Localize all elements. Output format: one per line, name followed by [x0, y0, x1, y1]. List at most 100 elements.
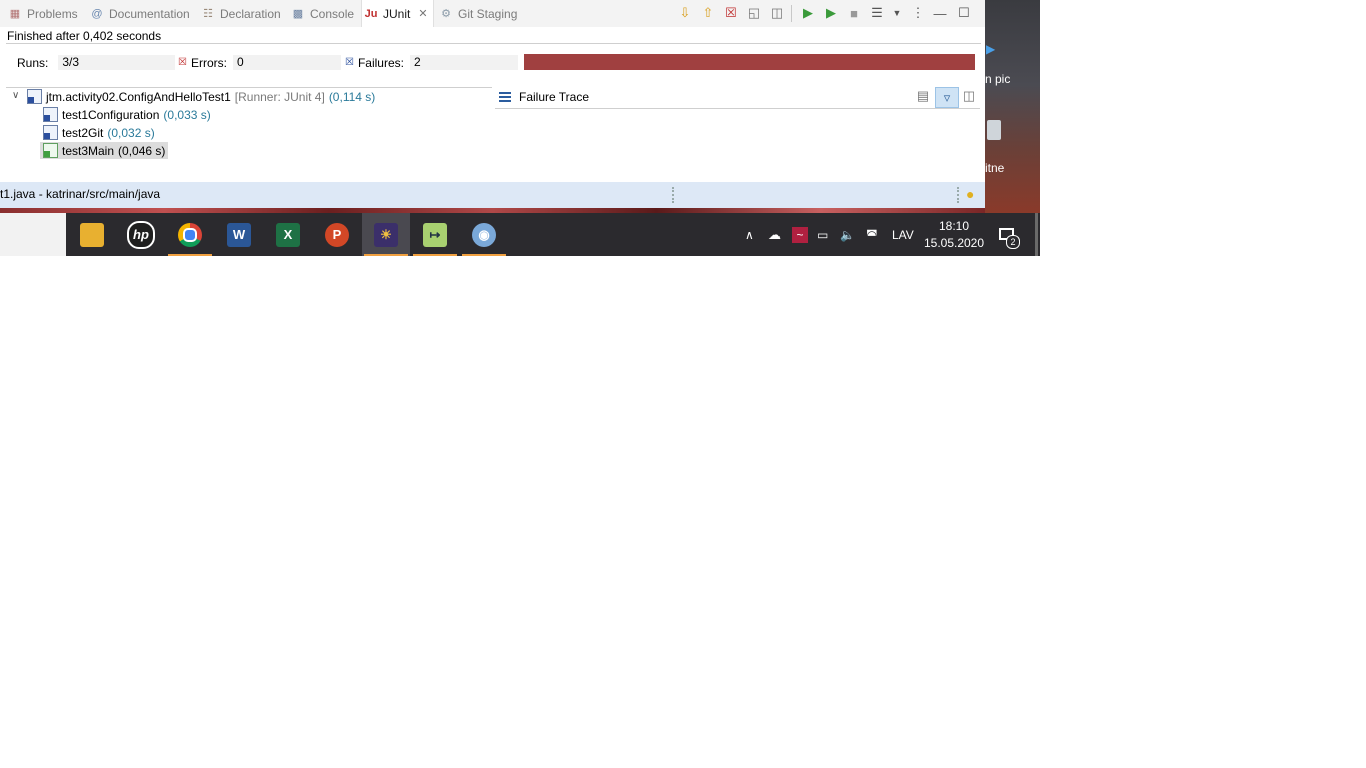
eclipse-icon[interactable]: ☀ — [362, 213, 410, 256]
runs-counter: Runs: 3/3 — [17, 55, 176, 70]
word-icon[interactable]: W — [215, 213, 263, 256]
maximize-icon[interactable]: ☐ — [956, 5, 972, 21]
rerun-test-icon[interactable]: ▶ — [800, 5, 816, 21]
file-explorer-icon[interactable] — [68, 213, 116, 256]
test-name: test3Main — [62, 143, 115, 158]
view-menu-icon[interactable]: ⋮ — [910, 5, 926, 21]
desktop-icon-label[interactable]: itne — [985, 161, 1004, 175]
chevron-down-icon[interactable]: ▼ — [889, 5, 905, 21]
app-tray-icon[interactable]: ~ — [792, 213, 808, 256]
error-icon: ☒ — [178, 57, 187, 68]
copy-trace-icon[interactable]: ◫ — [961, 88, 977, 104]
recycle-bin-icon[interactable] — [987, 120, 1001, 140]
scroll-lock-icon[interactable]: ◫ — [769, 5, 785, 21]
console-icon: ▩ — [292, 8, 304, 20]
test-case-row[interactable]: test1Configuration (0,033 s) — [43, 106, 211, 123]
compare-result-icon[interactable]: ▤ — [915, 88, 931, 104]
test-case-row[interactable]: test2Git (0,032 s) — [43, 124, 155, 141]
failure-trace-title: Failure Trace — [519, 90, 590, 104]
test-time: (0,046 s) — [118, 143, 166, 158]
divider — [495, 108, 980, 109]
runs-value: 3/3 — [58, 55, 176, 70]
volume-icon[interactable]: 🔈 — [840, 213, 855, 256]
test-failed-icon — [43, 125, 58, 140]
hp-icon[interactable]: hp — [117, 213, 165, 256]
lightbulb-icon[interactable]: ● — [966, 186, 974, 202]
powerpoint-icon[interactable]: P — [313, 213, 361, 256]
tab-label: Problems — [27, 6, 78, 21]
tab-label: Console — [310, 6, 355, 21]
tab-git-staging[interactable]: ⚙ Git Staging — [439, 0, 517, 27]
stack-trace-icon — [499, 92, 511, 102]
show-skipped-icon[interactable]: ◱ — [746, 5, 762, 21]
minimize-icon[interactable]: — — [932, 5, 948, 21]
tab-problems[interactable]: ▦ Problems — [8, 0, 78, 27]
tab-junit[interactable]: Ju JUnit ✕ — [361, 0, 434, 27]
status-bar-path: t1.java - katrinar/src/main/java — [0, 187, 161, 201]
tab-documentation[interactable]: @ Documentation — [90, 0, 190, 27]
notifications-icon[interactable]: 2 — [997, 226, 1020, 249]
tab-label: Documentation — [109, 6, 190, 21]
progress-bar — [524, 54, 975, 70]
search-box[interactable] — [0, 213, 66, 256]
filter-stack-icon[interactable]: ▿ — [935, 87, 959, 108]
junit-view: ▦ Problems @ Documentation ☷ Declaration… — [0, 0, 985, 208]
run-status: Finished after 0,402 seconds — [7, 29, 162, 43]
chevron-down-icon[interactable]: ∨ — [12, 90, 23, 101]
tab-declaration[interactable]: ☷ Declaration — [201, 0, 281, 27]
notification-count: 2 — [1006, 235, 1020, 249]
show-hidden-icons[interactable]: ∧ — [745, 213, 754, 256]
junit-icon: Ju — [364, 7, 378, 20]
show-desktop-button[interactable] — [1035, 213, 1038, 256]
test-name: test2Git — [62, 125, 104, 140]
show-failures-only-icon[interactable]: ☒ — [723, 5, 739, 21]
clock-date: 15.05.2020 — [923, 236, 985, 250]
close-icon[interactable]: ✕ — [418, 7, 427, 20]
onedrive-icon[interactable]: ☁ — [768, 213, 781, 256]
language-indicator[interactable]: LAV — [892, 213, 914, 256]
failures-counter: ☒ Failures: 2 — [345, 55, 518, 70]
test-time: (0,033 s) — [163, 107, 211, 122]
chevron-up-icon[interactable]: ∧ — [745, 228, 754, 242]
desktop-background: ▶ n pic itne — [985, 0, 1040, 213]
rerun-failures-first-icon[interactable]: ▶ — [823, 5, 839, 21]
stop-icon[interactable]: ■ — [846, 5, 862, 21]
wifi-icon[interactable]: ◚ — [866, 213, 878, 256]
tree-root-time: (0,114 s) — [328, 89, 376, 104]
status-separator — [957, 187, 961, 203]
errors-counter: ☒ Errors: 0 — [178, 55, 341, 70]
problems-icon: ▦ — [9, 8, 21, 20]
previous-failure-icon[interactable]: ⇧ — [700, 5, 716, 21]
git-staging-icon: ⚙ — [441, 8, 451, 20]
errors-label: Errors: — [190, 55, 227, 70]
tree-root-runner: [Runner: JUnit 4] — [234, 89, 325, 104]
clock[interactable]: 18:10 15.05.2020 — [922, 218, 986, 252]
toolbar-separator — [791, 5, 792, 22]
test-case-row[interactable]: test3Main (0,046 s) — [40, 142, 169, 159]
language-label: LAV — [892, 227, 914, 242]
status-separator — [672, 187, 676, 203]
divider — [6, 43, 981, 44]
tab-label: Git Staging — [458, 6, 518, 21]
tab-label: JUnit — [383, 6, 411, 21]
clock-time: 18:10 — [938, 219, 970, 233]
test-history-icon[interactable]: ☰ — [869, 5, 885, 21]
tab-console[interactable]: ▩ Console — [291, 0, 354, 27]
errors-value: 0 — [232, 55, 341, 70]
desktop-icon-label[interactable]: n pic — [985, 72, 1010, 86]
tree-root[interactable]: jtm.activity02.ConfigAndHelloTest1 [Runn… — [27, 88, 375, 105]
tab-label: Declaration — [220, 6, 281, 21]
battery-icon[interactable]: ▭ — [817, 213, 828, 256]
paint-icon[interactable]: ◉ — [460, 213, 508, 256]
notepad-icon[interactable]: ↦ — [411, 213, 459, 256]
runs-label: Runs: — [17, 55, 49, 70]
next-failure-icon[interactable]: ⇩ — [677, 5, 693, 21]
failure-trace-header: Failure Trace — [499, 89, 589, 105]
excel-icon[interactable]: X — [264, 213, 312, 256]
chrome-icon[interactable] — [166, 213, 214, 256]
test-name: test1Configuration — [62, 107, 160, 122]
failures-value: 2 — [409, 55, 518, 70]
test-time: (0,032 s) — [107, 125, 155, 140]
test-suite-icon — [27, 89, 42, 104]
desktop-shortcut-icon[interactable]: ▶ — [986, 42, 996, 56]
